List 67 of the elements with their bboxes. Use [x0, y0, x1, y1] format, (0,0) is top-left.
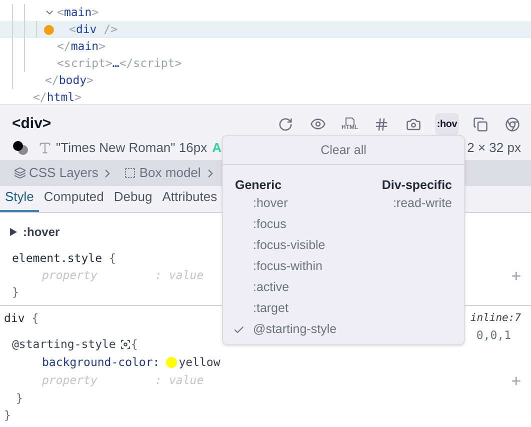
pseudo-class-option[interactable]: @starting-style — [235, 319, 337, 340]
property-value[interactable]: yellow — [178, 354, 220, 372]
refresh-icon — [278, 116, 294, 132]
html-tag: </body> — [45, 72, 94, 90]
color-preview-icon — [12, 140, 30, 156]
copy-icon — [472, 116, 488, 132]
close-brace: } — [4, 408, 11, 422]
close-brace: } — [16, 391, 23, 405]
specificity: 0,0,1 — [476, 327, 511, 340]
pseudo-class-option[interactable]: :focus — [235, 214, 337, 235]
tree-row[interactable]: <script>…</script> — [0, 55, 531, 72]
pseudo-class-option[interactable]: :hover — [235, 193, 337, 214]
panel-tab[interactable]: Attributes — [157, 186, 222, 212]
group-heading: Generic — [235, 177, 283, 193]
pseudo-class-option[interactable]: :focus-visible — [235, 235, 337, 256]
breadcrumb-link[interactable]: CSS Layers — [14, 163, 114, 183]
html-tag: <main> — [57, 4, 99, 22]
group-heading: Div-specific — [382, 177, 452, 193]
breadcrumb-link[interactable]: Box model — [124, 163, 217, 183]
open-brace: { — [32, 310, 39, 327]
font-icon — [38, 141, 52, 155]
source-link[interactable]: inline:7 — [470, 310, 521, 326]
open-brace: { — [109, 250, 116, 267]
toolbar-button[interactable]: :hov — [434, 113, 459, 135]
section-caret-icon[interactable] — [10, 228, 17, 236]
at-rule: @starting-style — [12, 336, 116, 353]
pseudo-class-option[interactable]: :target — [235, 298, 337, 319]
contrast-rating: A — [212, 139, 222, 158]
css-selector[interactable]: element.style — [12, 250, 102, 268]
html-tag: <script>…</script> — [57, 54, 182, 72]
camera-icon — [406, 116, 422, 132]
html-tag: </html> — [33, 88, 82, 106]
add-button[interactable]: + — [511, 267, 521, 284]
hash-icon — [374, 116, 390, 132]
html-tag: </main> — [57, 38, 106, 56]
open-brace: { — [130, 336, 138, 353]
section-label[interactable]: :hover — [23, 222, 60, 240]
color-swatch[interactable] — [166, 357, 177, 368]
tree-row[interactable]: <div /> — [0, 21, 531, 38]
tree-row[interactable]: </main> — [0, 38, 531, 55]
check-icon — [233, 324, 245, 336]
box-icon — [124, 167, 136, 179]
colon-separator: : — [155, 372, 163, 389]
layers-icon — [14, 167, 26, 179]
tree-row[interactable]: </html> — [0, 89, 531, 106]
eye-icon — [310, 116, 326, 132]
tree-row[interactable]: <main> — [0, 4, 531, 21]
element-size: 2 × 32 px — [467, 139, 521, 158]
pseudo-class-option[interactable]: :read-write — [374, 193, 452, 214]
pseudo-class-option[interactable]: :focus-within — [235, 256, 337, 277]
pseudo-class-option[interactable]: :active — [235, 277, 337, 298]
clear-all-button[interactable]: Clear all — [320, 140, 366, 160]
file-icon — [344, 117, 356, 125]
panel-tab[interactable]: Computed — [38, 186, 109, 212]
html-tag: <div /> — [69, 20, 118, 38]
panel-tab[interactable]: Style — [0, 186, 39, 212]
element-title: <div> — [12, 114, 52, 134]
focus-icon — [120, 339, 131, 350]
css-selector[interactable]: div — [4, 310, 25, 328]
tree-row[interactable]: </body> — [0, 72, 531, 89]
browser-icon — [504, 116, 520, 132]
add-button[interactable]: + — [511, 372, 521, 389]
panel-tab[interactable]: Debug — [108, 186, 158, 212]
property-name[interactable]: background-color: — [42, 354, 160, 372]
colon-separator: : — [155, 266, 163, 284]
font-info: "Times New Roman" 16px — [56, 139, 208, 158]
close-brace: } — [12, 285, 19, 299]
